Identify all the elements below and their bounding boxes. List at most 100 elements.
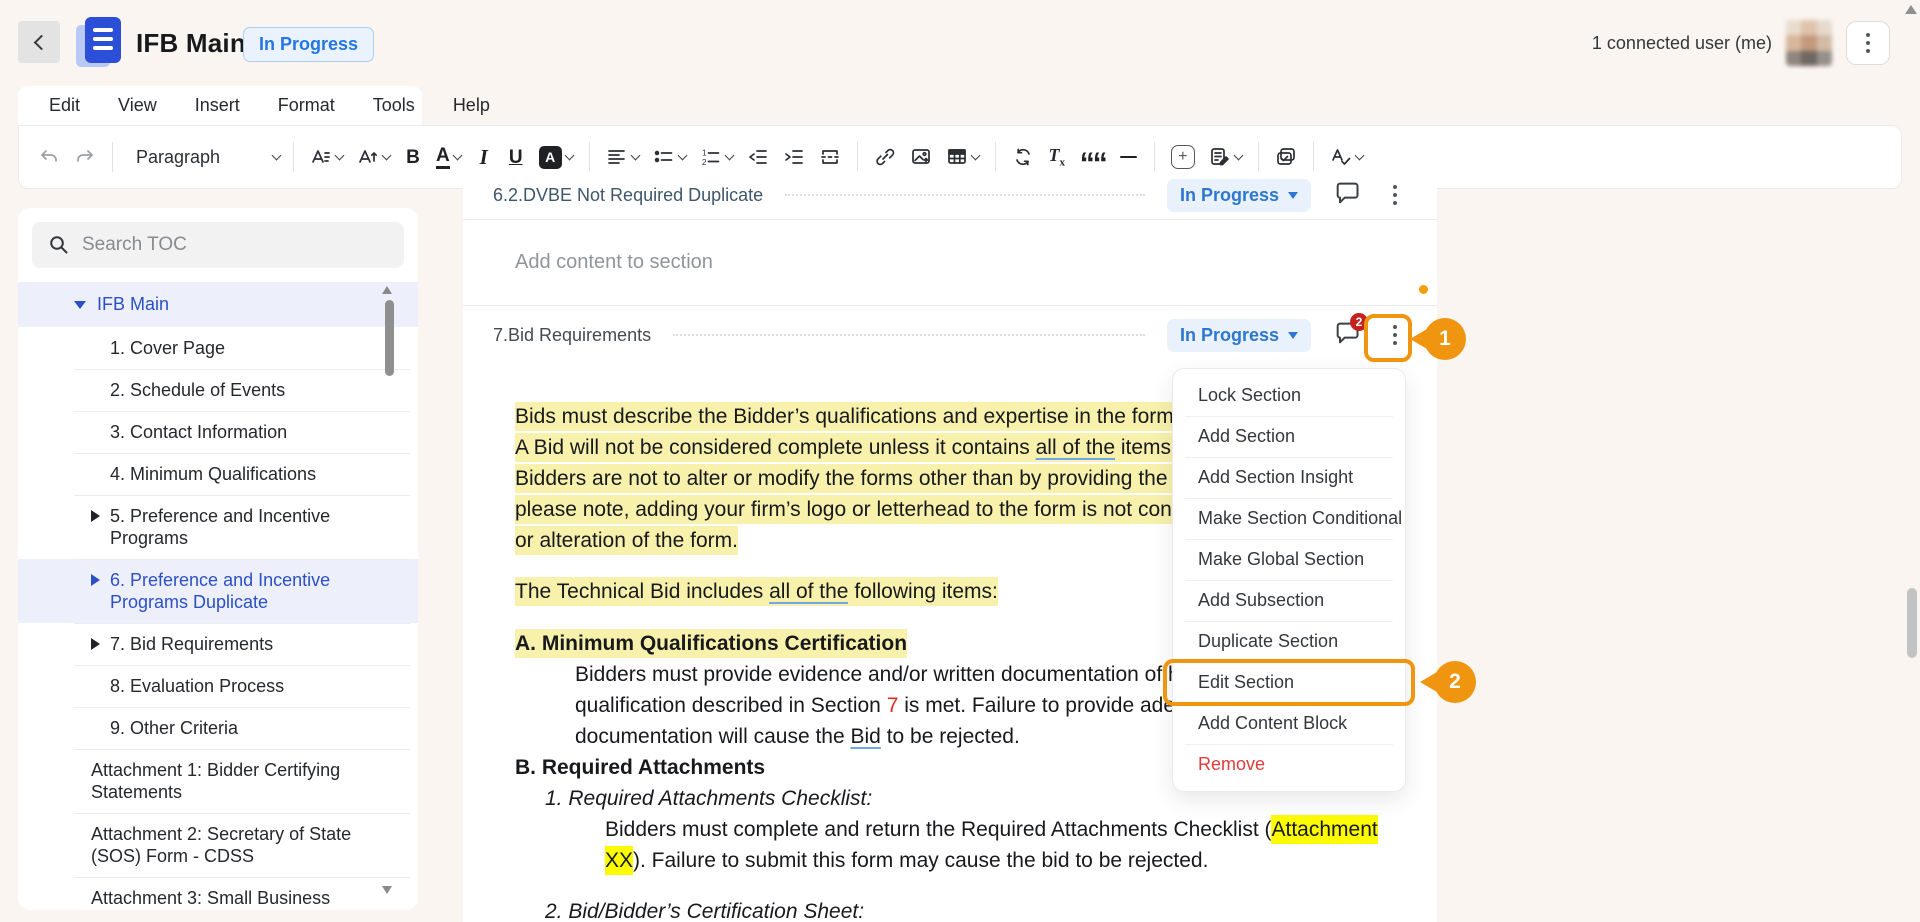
section-status-dropdown[interactable]: In Progress bbox=[1167, 319, 1311, 352]
menu-view[interactable]: View bbox=[118, 95, 157, 116]
toc-item[interactable]: 8. Evaluation Process bbox=[18, 665, 418, 707]
link-button[interactable] bbox=[867, 139, 903, 175]
toc-item[interactable]: 3. Contact Information bbox=[18, 411, 418, 453]
document-status-badge[interactable]: In Progress bbox=[243, 27, 374, 62]
chevron-down-icon bbox=[564, 150, 574, 160]
toc-item-label: 1. Cover Page bbox=[110, 337, 225, 359]
context-menu-item-duplicate-section[interactable]: Duplicate Section bbox=[1173, 621, 1405, 662]
toc-item[interactable]: 4. Minimum Qualifications bbox=[18, 453, 418, 495]
context-menu-item-add-subsection[interactable]: Add Subsection bbox=[1173, 580, 1405, 621]
toc-item-label: 2. Schedule of Events bbox=[110, 379, 285, 401]
horizontal-rule-icon bbox=[1120, 156, 1137, 159]
toc-item[interactable]: 7. Bid Requirements bbox=[18, 623, 418, 665]
toc-tree: IFB Main 1. Cover Page 2. Schedule of Eve… bbox=[18, 282, 418, 910]
menu-edit[interactable]: Edit bbox=[49, 95, 80, 116]
sidebar-scroll-up-arrow[interactable] bbox=[382, 286, 392, 294]
context-menu-item-add-content-block[interactable]: Add Content Block bbox=[1173, 703, 1405, 744]
page-break-button[interactable] bbox=[812, 139, 848, 175]
approvals-icon bbox=[1275, 146, 1297, 168]
toc-item[interactable]: Attachment 1: Bidder Certifying Statemen… bbox=[18, 749, 418, 813]
align-button[interactable] bbox=[599, 139, 646, 175]
template-button[interactable] bbox=[1202, 139, 1249, 175]
font-color-button[interactable]: A bbox=[429, 139, 468, 175]
context-menu-item-lock-section[interactable]: Lock Section bbox=[1173, 375, 1405, 416]
insert-image-button[interactable] bbox=[903, 139, 939, 175]
text-segment: to be rejected. bbox=[881, 725, 1020, 748]
link-icon bbox=[874, 146, 896, 168]
spellcheck-button[interactable] bbox=[1323, 139, 1370, 175]
section-leader-line bbox=[785, 194, 1145, 196]
undo-button[interactable] bbox=[31, 139, 67, 175]
menu-format[interactable]: Format bbox=[278, 95, 335, 116]
chevron-down-icon bbox=[1233, 150, 1243, 160]
context-menu-item-add-section-insight[interactable]: Add Section Insight bbox=[1173, 457, 1405, 498]
collapse-arrow-icon[interactable] bbox=[74, 301, 86, 309]
font-size-button[interactable] bbox=[350, 139, 397, 175]
sidebar-scrollbar-thumb[interactable] bbox=[385, 300, 394, 376]
chevron-down-icon bbox=[335, 150, 345, 160]
bullet-list-button[interactable] bbox=[646, 139, 693, 175]
toc-item-label: Attachment 2: Secretary of State (SOS) F… bbox=[91, 823, 400, 867]
back-button[interactable] bbox=[18, 21, 60, 63]
expand-arrow-icon[interactable] bbox=[91, 510, 100, 522]
context-menu-item-add-section[interactable]: Add Section bbox=[1173, 416, 1405, 457]
document-line: Bidders must complete and return the Req… bbox=[605, 814, 1437, 845]
header-kebab-menu-button[interactable] bbox=[1846, 21, 1890, 65]
approvals-button[interactable] bbox=[1268, 139, 1304, 175]
toc-item[interactable]: 2. Schedule of Events bbox=[18, 369, 418, 411]
avatar[interactable] bbox=[1786, 20, 1832, 66]
toc-item-label: 3. Contact Information bbox=[110, 421, 287, 443]
outdent-button[interactable] bbox=[740, 139, 776, 175]
expand-arrow-icon[interactable] bbox=[91, 574, 100, 586]
sidebar-scroll-down-arrow[interactable] bbox=[382, 886, 392, 894]
italic-button[interactable]: I bbox=[468, 139, 500, 175]
find-replace-button[interactable] bbox=[1005, 139, 1041, 175]
toc-item-label: 9. Other Criteria bbox=[110, 717, 238, 739]
bold-button[interactable]: B bbox=[397, 139, 429, 175]
window-scroll-up-arrow[interactable] bbox=[1905, 5, 1917, 14]
indent-button[interactable] bbox=[776, 139, 812, 175]
section-comments-button[interactable]: 2 bbox=[1333, 319, 1361, 352]
context-menu-item-remove[interactable]: Remove bbox=[1173, 744, 1405, 785]
menu-tools[interactable]: Tools bbox=[373, 95, 415, 116]
section-kebab-menu-button[interactable] bbox=[1377, 317, 1413, 353]
blockquote-button[interactable]: ““ bbox=[1073, 139, 1113, 175]
insert-block-button[interactable]: + bbox=[1164, 139, 1202, 175]
table-icon bbox=[946, 146, 968, 168]
text-segment: A. Minimum Qualifications Certification bbox=[515, 629, 907, 658]
chevron-down-icon bbox=[452, 150, 462, 160]
underline-button[interactable]: U bbox=[500, 139, 532, 175]
toc-item[interactable]: 6. Preference and Incentive Programs Dup… bbox=[18, 559, 418, 623]
toc-item[interactable]: 5. Preference and Incentive Programs bbox=[18, 495, 418, 559]
toc-root-item[interactable]: IFB Main bbox=[18, 282, 418, 327]
window-scrollbar-thumb[interactable] bbox=[1907, 588, 1917, 658]
toc-item[interactable]: Attachment 3: Small Business Preference … bbox=[18, 877, 418, 910]
horizontal-rule-button[interactable] bbox=[1113, 139, 1145, 175]
font-family-button[interactable] bbox=[303, 139, 350, 175]
toc-search[interactable] bbox=[32, 222, 404, 268]
section-kebab-menu-button[interactable] bbox=[1377, 177, 1413, 213]
toc-item[interactable]: Attachment 2: Secretary of State (SOS) F… bbox=[18, 813, 418, 877]
highlight-color-button[interactable]: A bbox=[532, 139, 580, 175]
redo-button[interactable] bbox=[67, 139, 103, 175]
toc-item-label: 6. Preference and Incentive Programs Dup… bbox=[110, 569, 400, 613]
search-input[interactable] bbox=[82, 234, 352, 256]
paragraph-style-dropdown[interactable]: Paragraph bbox=[122, 138, 284, 176]
menu-help[interactable]: Help bbox=[453, 95, 490, 116]
section-content-placeholder[interactable]: Add content to section bbox=[463, 220, 1437, 305]
kebab-icon bbox=[1393, 325, 1397, 345]
section-status-dropdown[interactable]: In Progress bbox=[1167, 179, 1311, 212]
clear-formatting-button[interactable]: Tx bbox=[1041, 139, 1073, 175]
expand-arrow-icon[interactable] bbox=[91, 638, 100, 650]
toc-item-label: 4. Minimum Qualifications bbox=[110, 463, 316, 485]
section-header-previous: 6.2.DVBE Not Required Duplicate In Progr… bbox=[463, 171, 1437, 219]
toc-item[interactable]: 1. Cover Page bbox=[18, 327, 418, 369]
insert-table-button[interactable] bbox=[939, 139, 986, 175]
section-comments-button[interactable] bbox=[1333, 179, 1361, 212]
context-menu-item-edit-section[interactable]: Edit Section bbox=[1173, 662, 1405, 703]
menu-insert[interactable]: Insert bbox=[195, 95, 240, 116]
context-menu-item-make-section-conditional[interactable]: Make Section Conditional bbox=[1173, 498, 1405, 539]
context-menu-item-make-global-section[interactable]: Make Global Section bbox=[1173, 539, 1405, 580]
numbered-list-button[interactable]: 12 bbox=[693, 139, 740, 175]
toc-item[interactable]: 9. Other Criteria bbox=[18, 707, 418, 749]
